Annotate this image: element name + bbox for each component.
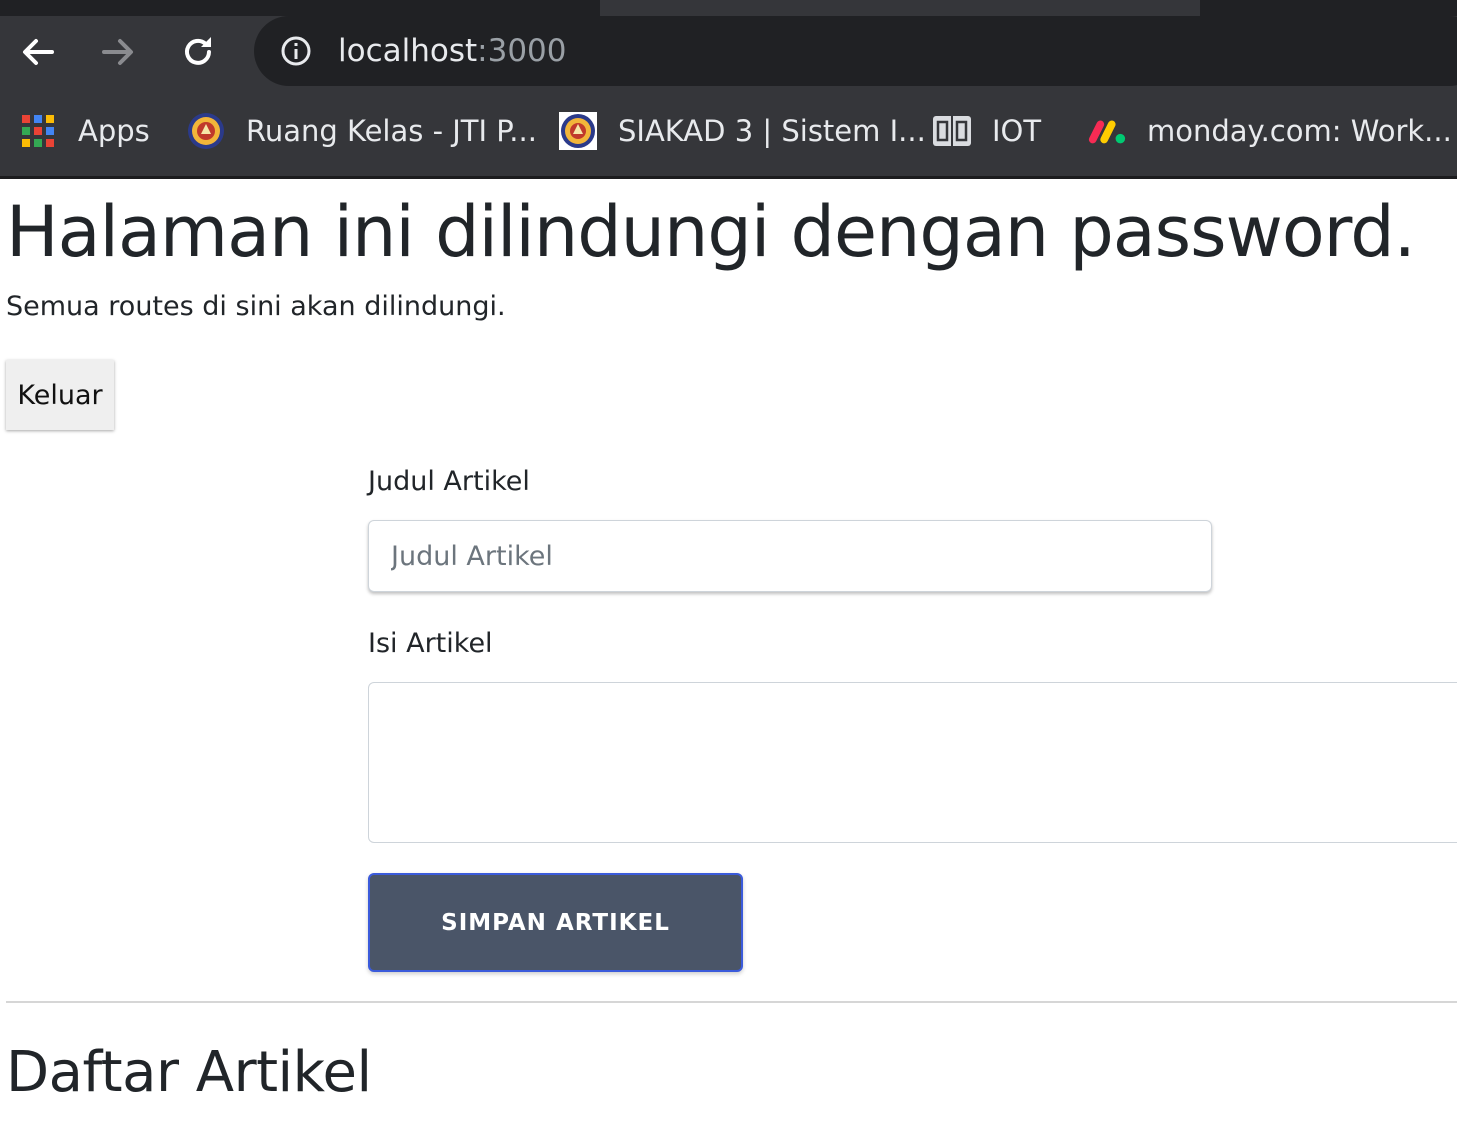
reload-button[interactable]: [176, 30, 220, 74]
info-icon[interactable]: [280, 35, 312, 67]
bookmark-apps[interactable]: Apps: [18, 110, 150, 152]
bookmark-label: monday.com: Work...: [1147, 114, 1452, 148]
browser-toolbar: localhost:3000: [0, 16, 1457, 88]
monday-logo-icon: [1087, 111, 1127, 151]
address-bar[interactable]: localhost:3000: [254, 16, 1457, 86]
title-label: Judul Artikel: [368, 466, 530, 497]
page-content: Halaman ini dilindungi dengan password. …: [0, 179, 1457, 1126]
page-title: Halaman ini dilindungi dengan password.: [6, 191, 1416, 273]
arrow-right-icon: [102, 39, 133, 65]
logout-button[interactable]: Keluar: [6, 360, 114, 430]
title-input[interactable]: [368, 520, 1212, 592]
active-tab[interactable]: [600, 0, 1200, 16]
bookmark-siakad[interactable]: SIAKAD 3 | Sistem I...: [558, 110, 926, 152]
bookmark-monday[interactable]: monday.com: Work...: [1087, 110, 1452, 152]
bookmark-label: SIAKAD 3 | Sistem I...: [618, 114, 926, 148]
url-text: localhost:3000: [338, 30, 567, 72]
bookmark-ruang-kelas[interactable]: Ruang Kelas - JTI P...: [186, 110, 537, 152]
section-divider: [6, 1001, 1457, 1003]
university-seal-icon: [186, 111, 226, 151]
bookmark-label: IOT: [992, 114, 1042, 148]
body-label: Isi Artikel: [368, 628, 493, 659]
bookmark-label: Ruang Kelas - JTI P...: [246, 114, 537, 148]
reload-icon: [185, 37, 211, 65]
article-list-title: Daftar Artikel: [6, 1040, 372, 1105]
bookmark-label: Apps: [78, 114, 150, 148]
browser-chrome: localhost:3000 Apps Ruang Kelas - JTI P.…: [0, 0, 1457, 179]
back-button[interactable]: [16, 30, 60, 74]
arrow-left-icon: [23, 39, 54, 65]
save-article-button[interactable]: SIMPAN ARTIKEL: [368, 873, 743, 972]
book-icon: [932, 111, 972, 151]
forward-button[interactable]: [96, 30, 140, 74]
apps-grid-icon: [18, 111, 58, 151]
page-subtitle: Semua routes di sini akan dilindungi.: [6, 291, 506, 322]
url-host: localhost: [338, 33, 478, 69]
university-seal-icon: [558, 111, 598, 151]
tab-strip: [0, 0, 1457, 16]
body-textarea[interactable]: [368, 682, 1457, 843]
bookmark-iot[interactable]: IOT: [932, 110, 1041, 152]
bookmarks-bar: Apps Ruang Kelas - JTI P... SIAKAD 3 | S…: [0, 88, 1457, 176]
url-port: :3000: [477, 33, 567, 69]
